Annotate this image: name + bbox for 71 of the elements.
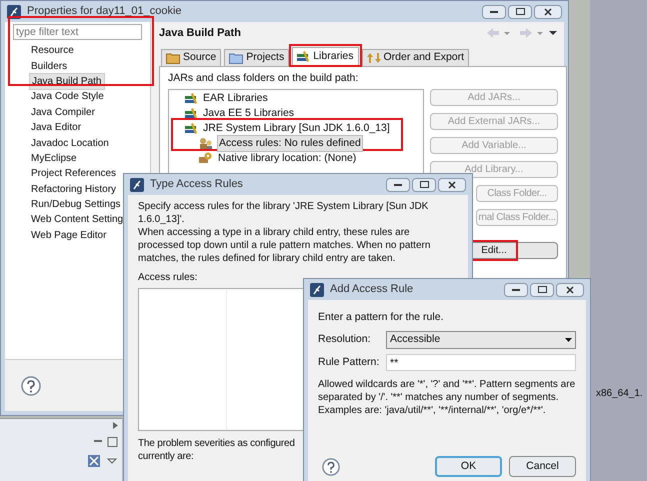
- minimize-button[interactable]: [504, 282, 528, 296]
- books-icon: [185, 108, 198, 120]
- nav-item[interactable]: Web Page Editor: [29, 228, 108, 243]
- libraries-caption: JARs and class folders on the build path:: [168, 71, 360, 86]
- page-title: Java Build Path: [159, 26, 241, 41]
- explanation-text: When accessing a type in a library child entry, these rules are processed top down until a rule pattern matches. When no pattern matches, the rules defined for library child entry are taken.: [138, 226, 432, 265]
- tab[interactable]: Projects: [224, 49, 290, 66]
- resolution-dropdown[interactable]: Accessible: [386, 331, 576, 350]
- nav-item[interactable]: Java Editor: [29, 120, 84, 136]
- maximize-button[interactable]: [412, 178, 436, 192]
- minimize-maximize-icon[interactable]: [94, 437, 118, 447]
- prompt-text: Enter a pattern for the rule.: [318, 310, 444, 325]
- close-button[interactable]: [438, 178, 466, 192]
- folder-icon: [166, 52, 180, 64]
- maximize-button[interactable]: [508, 4, 532, 18]
- nav-item[interactable]: Web Content Setting: [29, 212, 126, 228]
- hint-text: Allowed wildcards are '*', '?' and '**'. Pattern segments are separated by '/'. '**' matches any number of segments. Examples are: 'java/util/**', '**/internal/**', 'org/e*/**'.: [318, 378, 576, 417]
- help-icon[interactable]: [21, 376, 41, 396]
- close-button[interactable]: [534, 4, 562, 18]
- window-title: Properties for day11_01_cookie: [27, 4, 182, 20]
- tree-item[interactable]: Java EE 5 Libraries: [202, 106, 296, 122]
- nav-item[interactable]: Java Code Style: [29, 89, 106, 104]
- books-icon: [185, 122, 198, 134]
- description-text: Specify access rules for the library 'JRE System Library [Sun JDK 1.6.0_13]'.: [138, 200, 430, 226]
- nav-item[interactable]: MyEclipse: [29, 150, 79, 166]
- minimize-button[interactable]: [386, 178, 410, 192]
- arrows-icon: [366, 52, 380, 64]
- close-icon: [566, 286, 574, 294]
- tab[interactable]: Order and Export: [362, 49, 470, 66]
- minimize-button[interactable]: [482, 4, 506, 18]
- close-icon: [448, 180, 456, 188]
- tree-item[interactable]: Native library location: (None): [217, 150, 358, 166]
- help-icon[interactable]: [322, 458, 340, 476]
- editor-tab-text: x86_64_1.: [596, 387, 643, 401]
- app-logo-icon: [310, 282, 324, 296]
- books-icon: [185, 92, 198, 104]
- resolution-label: Resolution:: [318, 332, 372, 348]
- nav-item[interactable]: Java Compiler: [29, 104, 97, 120]
- caret-icon: [565, 338, 572, 342]
- window-title: Type Access Rules: [150, 177, 243, 192]
- pattern-field[interactable]: **: [386, 354, 576, 372]
- tree-item[interactable]: EAR Libraries: [202, 90, 269, 106]
- nav-item[interactable]: Javadoc Location: [29, 136, 111, 151]
- nav-item[interactable]: Run/Debug Settings: [29, 197, 123, 212]
- dialog-button[interactable]: Cancel: [509, 456, 576, 477]
- nav-item[interactable]: Builders: [29, 58, 70, 74]
- tab[interactable]: Libraries: [292, 47, 358, 66]
- nav-item[interactable]: Refactoring History: [29, 182, 118, 197]
- books-icon: [297, 51, 310, 63]
- app-logo-icon: [130, 178, 144, 192]
- severity-text: The problem severities as configured: [138, 437, 295, 450]
- navigation-arrows-icon[interactable]: [487, 28, 557, 38]
- folder-icon: [229, 52, 244, 64]
- tab[interactable]: Source: [161, 49, 222, 66]
- rules-label: Access rules:: [138, 271, 198, 284]
- people-key-icon: [199, 137, 213, 150]
- gear-book-icon: [199, 152, 213, 165]
- pattern-label: Rule Pattern:: [318, 354, 380, 370]
- nav-item[interactable]: Resource: [29, 43, 76, 58]
- maximize-button[interactable]: [530, 282, 554, 296]
- tree-item[interactable]: JRE System Library [Sun JDK 1.6.0_13]: [202, 120, 391, 136]
- tree-item[interactable]: Access rules: No rules defined: [217, 134, 363, 152]
- close-icon: [544, 8, 552, 16]
- close-button[interactable]: [556, 282, 584, 296]
- window-title: Add Access Rule: [330, 282, 414, 298]
- toolbar-icon[interactable]: [88, 455, 118, 467]
- severity-text: currently are:: [138, 450, 194, 463]
- scroll-arrow-icon[interactable]: [113, 422, 118, 429]
- filter-field[interactable]: type filter text: [13, 24, 142, 40]
- nav-item[interactable]: Project References: [29, 166, 118, 182]
- dialog-button[interactable]: OK: [435, 456, 502, 477]
